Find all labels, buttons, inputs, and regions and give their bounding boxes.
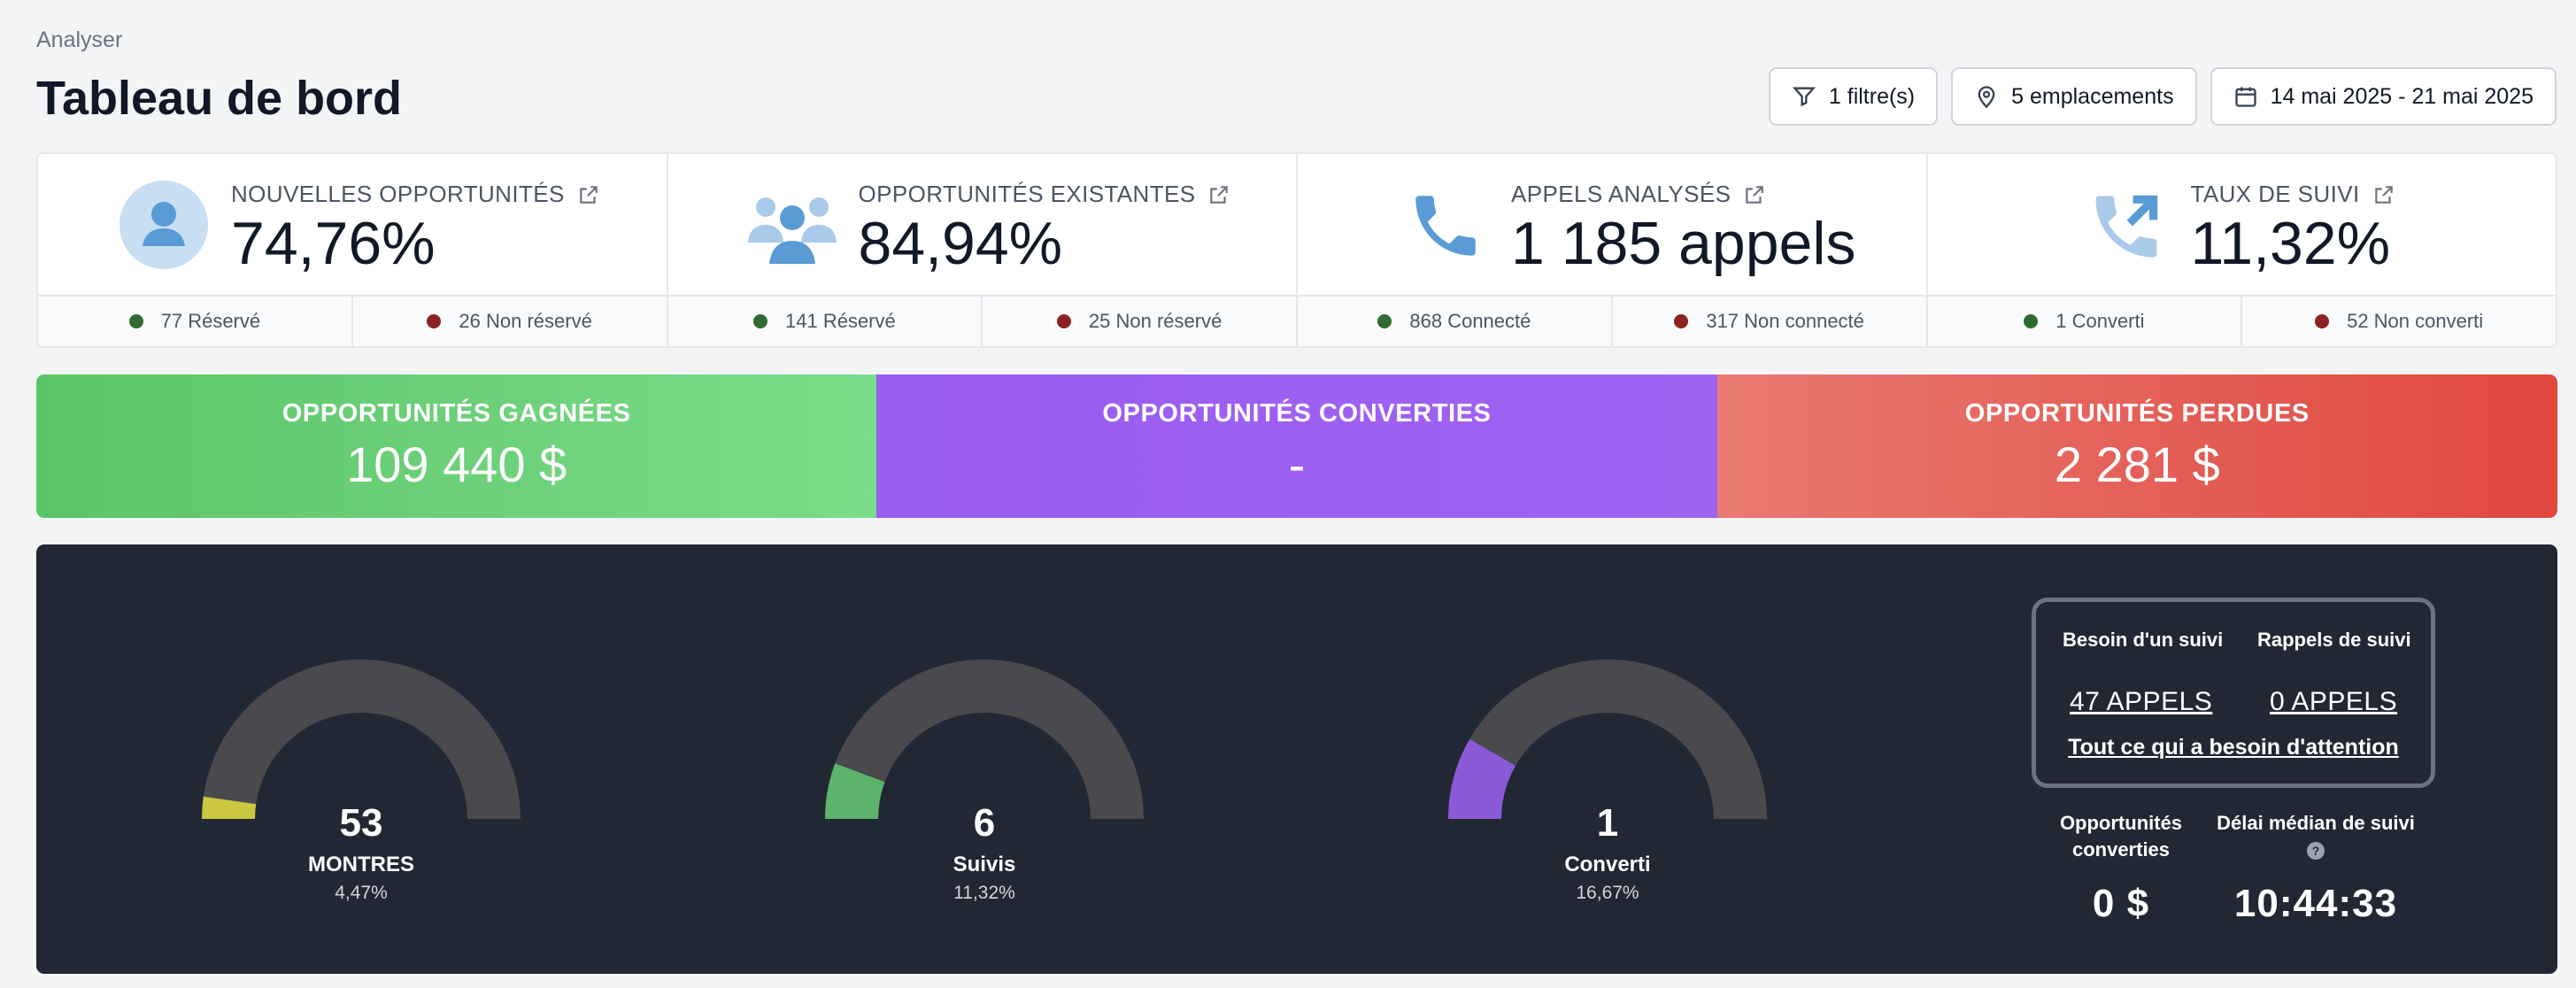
stat-card-analyzed-calls: APPELS ANALYSÉS 1 185 appels 868 Connect… — [1298, 154, 1928, 346]
breakdown-text: 77 Réservé — [160, 310, 261, 333]
users-group-icon — [747, 197, 837, 264]
stat-value: 11,32% — [2190, 210, 2391, 277]
external-link-icon[interactable] — [1743, 183, 1766, 206]
kpi-value: 0 $ — [2092, 882, 2150, 926]
gauge-label: Suivis — [953, 853, 1016, 876]
breakdown-text: 317 Non connecté — [1706, 310, 1864, 333]
kpi-label-text: Délai médian de suivi — [2217, 812, 2415, 834]
filter-label: 1 filtre(s) — [1828, 83, 1916, 109]
kpi-converted-opportunities: Opportunités converties 0 $ — [2019, 810, 2223, 926]
kpi-value: 10:44:33 — [2233, 882, 2398, 926]
follow-up-box: Besoin d'un suivi Rappels de suivi 47 AP… — [2032, 598, 2435, 788]
stat-value: 84,94% — [858, 210, 1063, 277]
band-converted[interactable]: OPPORTUNITÉS CONVERTIES - — [876, 374, 1717, 518]
breakdown-text: 141 Réservé — [785, 310, 896, 333]
calendar-icon — [2234, 87, 2256, 107]
locations-label: 5 emplacements — [2011, 83, 2174, 109]
band-value: 2 281 $ — [2054, 436, 2220, 492]
status-dot-green — [128, 314, 143, 329]
kpi-label: Délai médian de suivi? — [2214, 810, 2418, 862]
user-circle-icon — [120, 181, 208, 269]
stat-card-existing-opportunities: OPPORTUNITÉS EXISTANTES 84,94% 141 Réser… — [667, 154, 1298, 346]
gauge-converted: 1 Converti 16,67% — [1422, 642, 1793, 904]
stat-left-breakdown: 77 Réservé — [38, 297, 353, 346]
stat-card-follow-up-rate: TAUX DE SUIVI 11,32% 1 Converti 52 Non c… — [1927, 154, 2556, 346]
gauge-track — [1448, 660, 1767, 820]
stat-right-breakdown: 26 Non réservé — [353, 297, 667, 346]
gauge-percent: 4,47% — [335, 883, 388, 903]
gauge-fill — [825, 763, 885, 820]
gauge-percent: 11,32% — [953, 883, 1015, 903]
stat-label: APPELS ANALYSÉS — [1511, 181, 1731, 207]
gauge-follow-ups: 6 Suivis 11,32% — [798, 642, 1170, 904]
stat-left-breakdown: 868 Connecté — [1298, 297, 1613, 346]
gauge-label: Converti — [1564, 853, 1651, 876]
band-won[interactable]: OPPORTUNITÉS GAGNÉES 109 440 $ — [36, 374, 877, 518]
breakdown-text: 25 Non réservé — [1088, 310, 1222, 333]
band-value: 109 440 $ — [346, 436, 567, 492]
stats-panel: NOUVELLES OPPORTUNITÉS 74,76% 77 Réservé… — [36, 152, 2557, 348]
breakdown-text: 868 Connecté — [1409, 310, 1531, 333]
map-pin-icon — [1978, 86, 1995, 109]
need-follow-up-link[interactable]: 47 APPELS — [2070, 687, 2212, 717]
status-dot-red — [427, 314, 442, 329]
filter-icon — [1792, 87, 1816, 107]
external-link-icon[interactable] — [2372, 183, 2395, 206]
toolbar: 1 filtre(s) 5 emplacements 14 mai 2025 -… — [1768, 67, 2557, 126]
needs-attention-link[interactable]: Tout ce qui a besoin d'attention — [2036, 735, 2431, 760]
external-link-icon[interactable] — [1207, 183, 1230, 206]
phone-icon — [1415, 196, 1476, 256]
page-title: Tableau de bord — [36, 72, 403, 125]
band-label: OPPORTUNITÉS GAGNÉES — [282, 399, 631, 428]
status-dot-red — [1056, 314, 1071, 329]
locations-button[interactable]: 5 emplacements — [1951, 67, 2197, 126]
stat-right-breakdown: 317 Non connecté — [1613, 297, 1926, 346]
funnel-panel: 53 MONTRES 4,47% 6 Suivis 11,32% 1 Conve… — [36, 544, 2557, 974]
help-icon[interactable]: ? — [2307, 841, 2325, 860]
status-dot-red — [1674, 314, 1689, 329]
date-range-label: 14 mai 2025 - 21 mai 2025 — [2270, 83, 2534, 109]
filter-button[interactable]: 1 filtre(s) — [1768, 67, 1939, 126]
kpi-label: Opportunités converties — [2059, 812, 2183, 861]
stat-label: NOUVELLES OPPORTUNITÉS — [231, 181, 565, 207]
band-label: OPPORTUNITÉS CONVERTIES — [1102, 399, 1492, 428]
status-dot-green — [753, 314, 767, 329]
follow-up-reminders-label: Rappels de suivi — [2257, 629, 2411, 651]
stat-right-breakdown: 52 Non converti — [2242, 297, 2556, 346]
status-dot-green — [2024, 314, 2039, 329]
stat-label: OPPORTUNITÉS EXISTANTES — [858, 181, 1196, 207]
gauge-fill — [1448, 738, 1516, 820]
kpi-median-follow-up-delay: Délai médian de suivi? 10:44:33 — [2214, 810, 2418, 926]
gauge-fill — [202, 796, 257, 820]
stat-card-new-opportunities: NOUVELLES OPPORTUNITÉS 74,76% 77 Réservé… — [38, 154, 668, 346]
gauge-track — [825, 660, 1144, 820]
phone-outgoing-icon — [2095, 195, 2157, 258]
external-link-icon[interactable] — [577, 183, 600, 206]
stat-left-breakdown: 1 Converti — [1928, 297, 2243, 346]
breakdown-text: 52 Non converti — [2347, 310, 2484, 333]
gauge-label: MONTRES — [308, 853, 414, 876]
stat-label: TAUX DE SUIVI — [2190, 181, 2360, 207]
status-dot-green — [1377, 314, 1392, 329]
band-value: - — [1288, 436, 1306, 492]
stat-value: 74,76% — [231, 210, 436, 277]
band-lost[interactable]: OPPORTUNITÉS PERDUES 2 281 $ — [1716, 374, 2557, 518]
breadcrumb[interactable]: Analyser — [36, 27, 122, 53]
stat-right-breakdown: 25 Non réservé — [983, 297, 1296, 346]
gauge-track — [202, 660, 521, 820]
opportunity-bands: OPPORTUNITÉS GAGNÉES 109 440 $ OPPORTUNI… — [36, 374, 2557, 518]
stat-left-breakdown: 141 Réservé — [668, 297, 983, 346]
gauge-shown: 53 MONTRES 4,47% — [175, 642, 547, 904]
gauge-percent: 16,67% — [1576, 883, 1639, 903]
breakdown-text: 1 Converti — [2055, 310, 2145, 333]
breakdown-text: 26 Non réservé — [459, 310, 592, 333]
status-dot-red — [2315, 314, 2330, 329]
need-follow-up-label: Besoin d'un suivi — [2063, 629, 2224, 651]
stat-value: 1 185 appels — [1511, 210, 1856, 277]
band-label: OPPORTUNITÉS PERDUES — [1964, 399, 2310, 428]
date-range-button[interactable]: 14 mai 2025 - 21 mai 2025 — [2210, 67, 2557, 126]
follow-up-reminders-link[interactable]: 0 APPELS — [2270, 687, 2397, 717]
